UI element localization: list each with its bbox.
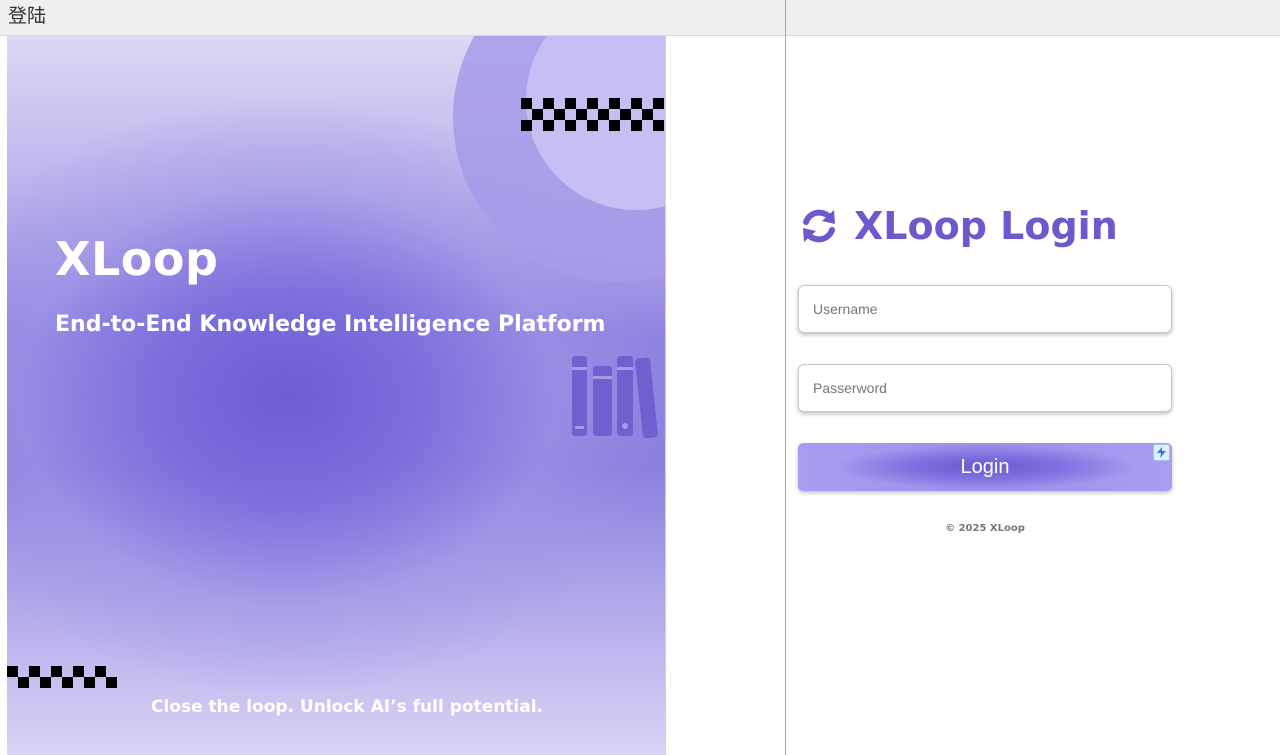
window-titlebar: 登陆 [0, 0, 1280, 36]
guide-line [785, 0, 786, 755]
login-panel: XLoop Login Login © 2025 XLoop [798, 190, 1172, 534]
login-header: XLoop Login [798, 190, 1172, 262]
refresh-icon [803, 209, 835, 243]
password-input[interactable] [798, 364, 1172, 412]
login-title: XLoop Login [854, 204, 1118, 248]
window-title: 登陆 [8, 5, 47, 27]
checker-pattern-top [521, 98, 664, 131]
hero-panel: XLoop End-to-End Knowledge Intelligence … [7, 36, 666, 755]
bolt-icon[interactable] [1153, 444, 1170, 461]
books-icon [572, 356, 658, 439]
hero-tagline: Close the loop. Unlock AI’s full potenti… [150, 697, 544, 717]
hero-subtitle: End-to-End Knowledge Intelligence Platfo… [55, 312, 606, 337]
checker-pattern-bottom [7, 666, 117, 688]
hero-title: XLoop [55, 232, 219, 286]
login-button[interactable]: Login [798, 443, 1172, 491]
username-input[interactable] [798, 285, 1172, 333]
copyright-text: © 2025 XLoop [945, 523, 1025, 534]
